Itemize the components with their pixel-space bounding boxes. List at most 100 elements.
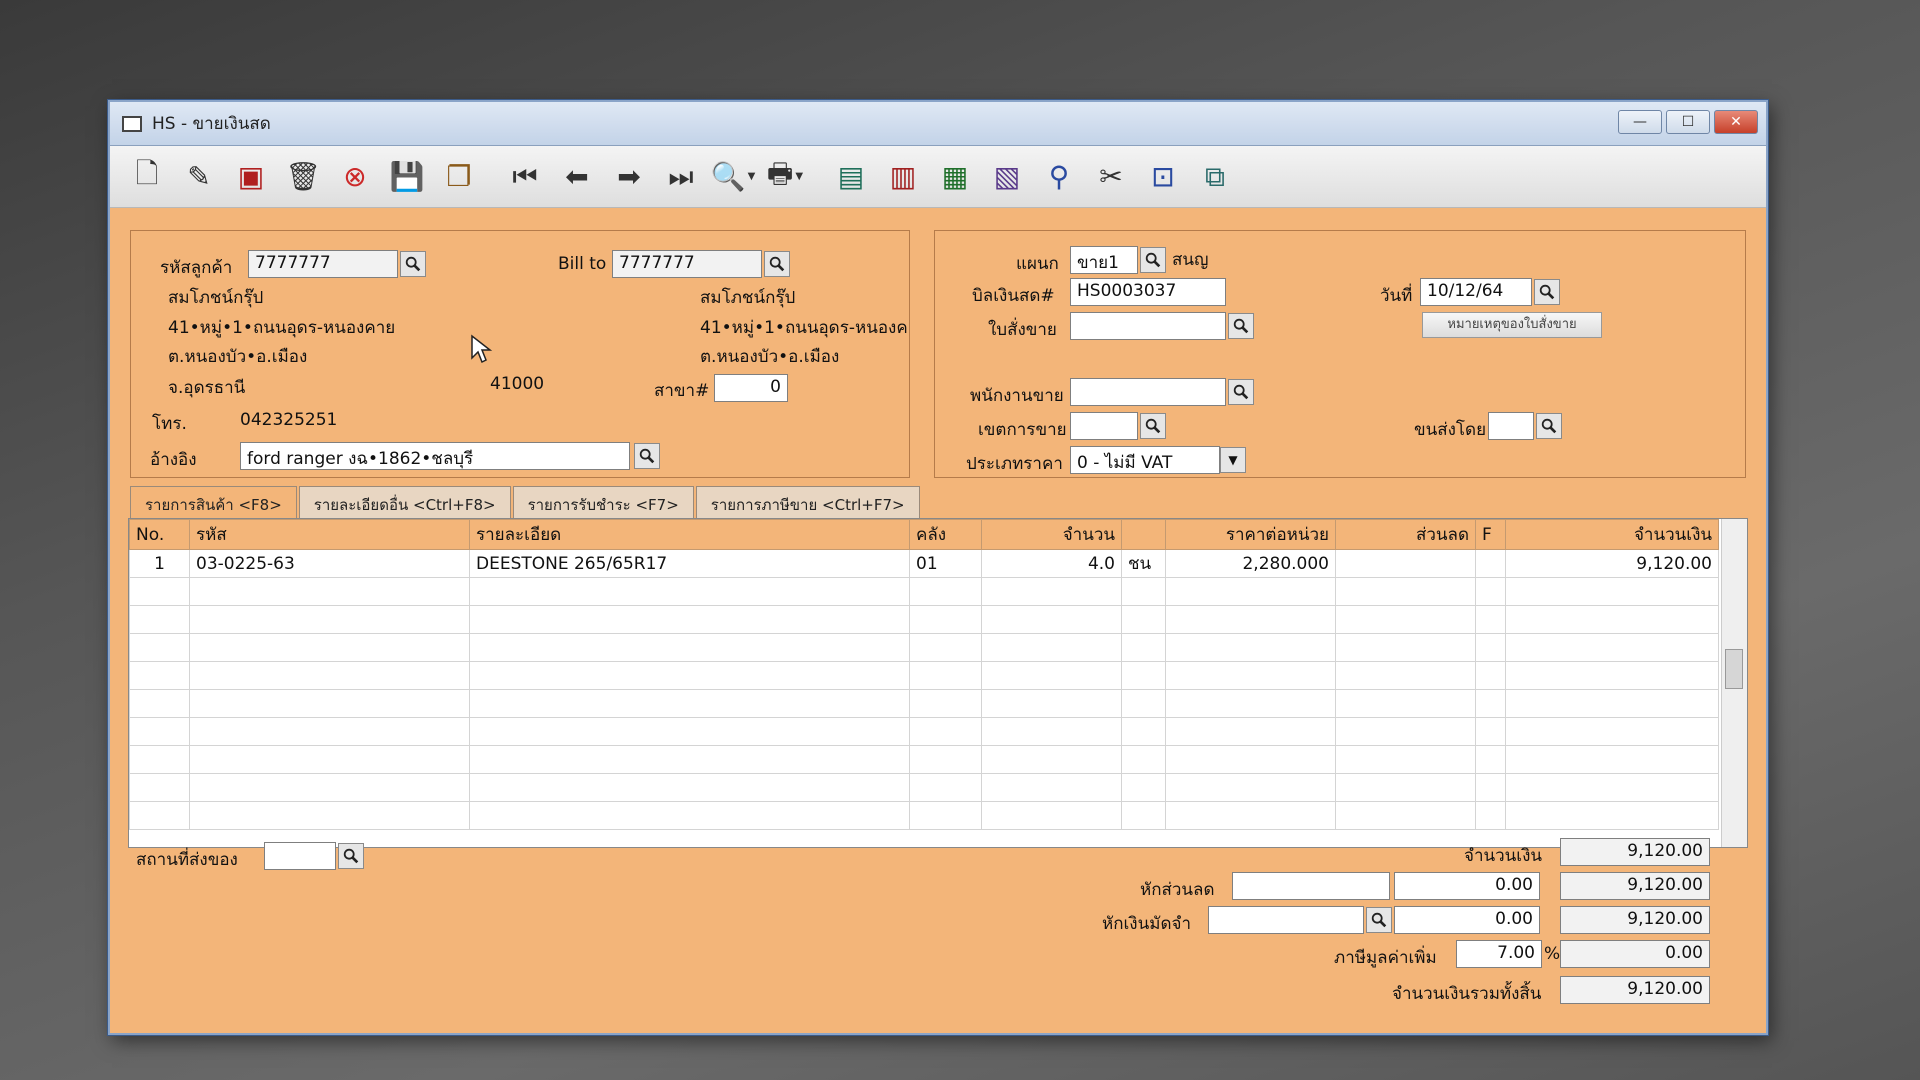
col-discount[interactable]: ส่วนลด: [1335, 519, 1476, 550]
delete-icon[interactable]: 🗑: [280, 154, 326, 200]
row-quantity: 4.0: [981, 549, 1122, 578]
mouse-cursor-icon: [471, 334, 493, 364]
table-row[interactable]: [129, 689, 1719, 718]
discount-field[interactable]: 0.00: [1394, 872, 1540, 900]
search-icon[interactable]: [400, 251, 426, 277]
app-icon: [122, 115, 142, 132]
after-discount-field: 9,120.00: [1560, 872, 1710, 900]
total-field: 9,120.00: [1560, 976, 1710, 1004]
calendar-icon[interactable]: ▧: [984, 154, 1030, 200]
new-doc-icon[interactable]: 🗋: [124, 154, 170, 200]
customer-code-field[interactable]: 7777777: [248, 250, 398, 278]
row-no: 1: [129, 549, 190, 578]
col-unit[interactable]: [1121, 519, 1166, 550]
maximize-button[interactable]: ☐: [1666, 110, 1710, 134]
minimize-button[interactable]: —: [1618, 110, 1662, 134]
copy-icon[interactable]: ❐: [436, 154, 482, 200]
delivery-field[interactable]: [264, 842, 336, 870]
branch-label: สาขา#: [654, 381, 710, 401]
table-row[interactable]: [129, 605, 1719, 634]
table-row[interactable]: [129, 577, 1719, 606]
chevron-down-icon[interactable]: ▼: [1220, 447, 1246, 473]
close-button[interactable]: ✕: [1714, 110, 1758, 134]
scrollbar-thumb[interactable]: [1725, 649, 1743, 689]
report1-icon[interactable]: ▤: [828, 154, 874, 200]
shipping-field[interactable]: [1488, 412, 1534, 440]
calendar-search-icon[interactable]: [1534, 279, 1560, 305]
report2-icon[interactable]: ▥: [880, 154, 926, 200]
vat-rate-field[interactable]: 7.00: [1456, 940, 1542, 968]
report3-icon[interactable]: ▦: [932, 154, 978, 200]
search-icon[interactable]: [1366, 907, 1392, 933]
col-quantity[interactable]: จำนวน: [981, 519, 1122, 550]
salesperson-label: พนักงานขาย: [970, 386, 1064, 406]
customer-name: สมโภชน์กรุ๊ป: [168, 288, 264, 308]
search-icon[interactable]: [764, 251, 790, 277]
table-row[interactable]: [129, 717, 1719, 746]
prev-icon[interactable]: ⬅: [554, 154, 600, 200]
last-icon[interactable]: ⏭: [658, 154, 704, 200]
department-label: แผนก: [1016, 254, 1059, 274]
tab-other-details[interactable]: รายละเอียดอื่น <Ctrl+F8>: [298, 486, 511, 518]
price-type-select[interactable]: 0 - ไม่มี VAT: [1070, 446, 1220, 474]
deposit-text-field[interactable]: [1208, 906, 1364, 934]
discount-text-field[interactable]: [1232, 872, 1390, 900]
search-icon[interactable]: [338, 843, 364, 869]
tools-icon[interactable]: ✂: [1088, 154, 1134, 200]
table-row[interactable]: [129, 773, 1719, 802]
tab-items[interactable]: รายการสินค้า <F8>: [130, 486, 297, 518]
col-unit-price[interactable]: ราคาต่อหน่วย: [1165, 519, 1336, 550]
approve-icon[interactable]: ⚲: [1036, 154, 1082, 200]
table-row[interactable]: [129, 801, 1719, 830]
print-icon[interactable]: 🖶 ▼: [762, 154, 808, 200]
date-label: วันที่: [1380, 286, 1413, 306]
date-field[interactable]: 10/12/64: [1420, 278, 1532, 306]
find-icon[interactable]: 🔍 ▼: [710, 154, 756, 200]
table-row[interactable]: 1 03-0225-63 DEESTONE 265/65R17 01 4.0 ช…: [129, 549, 1719, 578]
col-warehouse[interactable]: คลัง: [909, 519, 982, 550]
billto-field[interactable]: 7777777: [612, 250, 762, 278]
sales-order-label: ใบสั่งขาย: [988, 320, 1057, 340]
bill-address1: 41•หมู่•1•ถนนอุดร-หนองค: [700, 318, 908, 338]
branch-field[interactable]: 0: [714, 374, 788, 402]
order-note-button[interactable]: หมายเหตุของใบสั่งขาย: [1422, 312, 1602, 338]
search-icon[interactable]: [1228, 379, 1254, 405]
void-icon[interactable]: ▣: [228, 154, 274, 200]
save-icon[interactable]: 💾: [384, 154, 430, 200]
ok-icon[interactable]: ⊡: [1140, 154, 1186, 200]
items-grid[interactable]: No. รหัส รายละเอียด คลัง จำนวน ราคาต่อหน…: [128, 518, 1748, 848]
billto-label: Bill to: [558, 254, 607, 274]
edit-icon[interactable]: ✎: [176, 154, 222, 200]
tab-sales-tax[interactable]: รายการภาษีขาย <Ctrl+F7>: [695, 486, 920, 518]
vat-amount-field: 0.00: [1560, 940, 1710, 968]
sales-order-field[interactable]: [1070, 312, 1226, 340]
table-row[interactable]: [129, 745, 1719, 774]
row-description: DEESTONE 265/65R17: [469, 549, 910, 578]
col-flag[interactable]: F: [1475, 519, 1506, 550]
search-icon[interactable]: [1536, 413, 1562, 439]
search-icon[interactable]: [1228, 313, 1254, 339]
sales-area-field[interactable]: [1070, 412, 1138, 440]
reference-field[interactable]: ford ranger งฉ•1862•ชลบุรี: [240, 442, 630, 470]
table-row[interactable]: [129, 661, 1719, 690]
tab-payments[interactable]: รายการรับชำระ <F7>: [512, 486, 694, 518]
col-description[interactable]: รายละเอียด: [469, 519, 910, 550]
col-amount[interactable]: จำนวนเงิน: [1505, 519, 1719, 550]
next-icon[interactable]: ➡: [606, 154, 652, 200]
row-warehouse: 01: [909, 549, 982, 578]
deposit-field[interactable]: 0.00: [1394, 906, 1540, 934]
search-icon[interactable]: [1140, 247, 1166, 273]
search-icon[interactable]: [1140, 413, 1166, 439]
col-no[interactable]: No.: [129, 519, 190, 550]
grid-scrollbar[interactable]: [1721, 519, 1747, 847]
salesperson-field[interactable]: [1070, 378, 1226, 406]
search-icon[interactable]: [634, 443, 660, 469]
cancel-icon[interactable]: ⊗: [332, 154, 378, 200]
first-icon[interactable]: ⏮: [502, 154, 548, 200]
network-icon[interactable]: ⧉: [1192, 154, 1238, 200]
bill-address2: ต.หนองบัว•อ.เมือง: [700, 347, 840, 367]
col-code[interactable]: รหัส: [189, 519, 470, 550]
bill-number-field[interactable]: HS0003037: [1070, 278, 1226, 306]
table-row[interactable]: [129, 633, 1719, 662]
department-field[interactable]: ขาย1: [1070, 246, 1138, 274]
